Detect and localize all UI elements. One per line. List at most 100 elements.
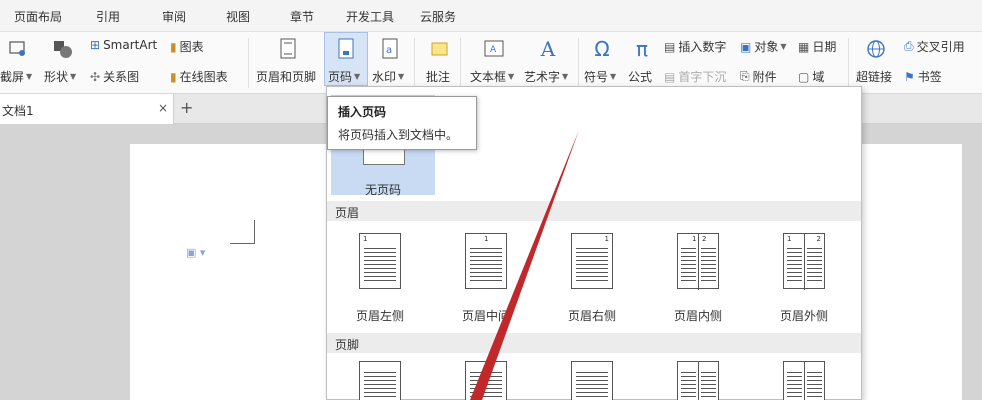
chart-label: 图表 [179, 40, 204, 54]
chevron-down-icon: ▼ [398, 72, 405, 81]
object-icon: ▣ [740, 39, 752, 54]
attachment-button[interactable]: ⎘ 附件 [740, 68, 777, 85]
footer-right-thumb[interactable] [571, 361, 613, 400]
close-icon[interactable]: × [158, 101, 168, 115]
smartart-label: SmartArt [103, 38, 158, 52]
online-chart-button[interactable]: ▮ 在线图表 [170, 68, 228, 85]
date-label: 日期 [812, 40, 837, 54]
menu-page-layout[interactable]: 页面布局 [14, 8, 62, 25]
field-icon: ▢ [798, 69, 810, 84]
menu-developer-tools[interactable]: 开发工具 [346, 8, 394, 25]
textbox-button[interactable]: 文本框 ▼ [470, 68, 514, 85]
option-label: 页眉外侧 [779, 309, 828, 323]
cross-reference-button[interactable]: ⎙ 交叉引用 [904, 38, 965, 55]
page-number-label: 页码 [328, 70, 353, 84]
chart-button[interactable]: ▮ 图表 [170, 38, 204, 55]
menu-section[interactable]: 章节 [290, 8, 314, 25]
page-number-label-wrap: 页码 ▼ [328, 68, 360, 85]
hyperlink-label: 超链接 [856, 70, 893, 84]
textbox-icon: A [482, 36, 506, 62]
document-tab-label: 文档1 [2, 104, 34, 118]
no-page-number-label: 无页码 [364, 183, 401, 197]
footer-outer-thumb[interactable] [783, 361, 825, 400]
chevron-down-icon: ▼ [508, 72, 515, 81]
chevron-down-icon: ▼ [610, 72, 617, 81]
relation-chart-button[interactable]: ✣ 关系图 [90, 68, 139, 85]
menu-review[interactable]: 审阅 [162, 8, 186, 25]
menu-view[interactable]: 视图 [226, 8, 250, 25]
svg-text:a: a [386, 45, 392, 56]
footer-inner-thumb[interactable] [677, 361, 719, 400]
chevron-down-icon: ▼ [780, 42, 787, 51]
shape-button[interactable]: 形状 ▼ [44, 68, 76, 85]
option-label: 页眉内侧 [673, 309, 722, 323]
page-thumb: 12 [783, 233, 825, 290]
ribbon-divider [460, 38, 461, 88]
screenshot-label: 截屏 [0, 70, 25, 84]
textbox-label: 文本框 [470, 70, 507, 84]
header-inner-option[interactable]: 12 页眉内侧 [645, 227, 751, 337]
watermark-button[interactable]: 水印 ▼ [372, 68, 404, 85]
screenshot-icon [6, 36, 30, 62]
svg-text:A: A [490, 45, 497, 55]
field-button[interactable]: ▢ 域 [798, 68, 824, 85]
symbol-icon: Ω [594, 37, 610, 61]
drop-cap-button[interactable]: ▤ 首字下沉 [664, 68, 726, 85]
menu-bar: 页面布局 引用 审阅 视图 章节 开发工具 云服务 [0, 0, 982, 32]
insert-number-icon: ▤ [664, 39, 676, 54]
symbol-button[interactable]: 符号 ▼ [584, 68, 616, 85]
object-button[interactable]: ▣ 对象 ▼ [740, 38, 787, 55]
comment-icon [428, 36, 452, 62]
document-tab[interactable]: 文档1 × [0, 94, 174, 124]
formula-button[interactable]: 公式 [628, 68, 652, 85]
page-thumb: 12 [677, 233, 719, 290]
screenshot-button[interactable]: 截屏 ▼ [0, 68, 32, 85]
header-center-option[interactable]: 1 页眉中间 [433, 227, 539, 337]
wordart-label: 艺术字 [524, 70, 561, 84]
date-button[interactable]: ▦ 日期 [798, 38, 836, 55]
online-chart-icon: ▮ [170, 69, 177, 84]
drop-cap-icon: ▤ [664, 69, 676, 84]
menu-references[interactable]: 引用 [96, 8, 120, 25]
relation-icon: ✣ [90, 69, 101, 84]
shape-label: 形状 [44, 70, 69, 84]
footer-left-thumb[interactable] [359, 361, 401, 400]
ribbon-divider [248, 38, 249, 88]
tooltip-title: 插入页码 [338, 105, 387, 119]
header-footer-label: 页眉和页脚 [256, 70, 317, 84]
header-section-heading: 页眉 [327, 201, 861, 221]
header-right-option[interactable]: 1 页眉右侧 [539, 227, 645, 337]
header-outer-option[interactable]: 12 页眉外侧 [751, 227, 857, 337]
field-label: 域 [812, 70, 825, 84]
bookmark-label: 书签 [917, 70, 942, 84]
ribbon-divider [848, 38, 849, 88]
page-number-icon [334, 36, 358, 62]
comment-button[interactable]: 批注 [426, 68, 450, 85]
attachment-icon: ⎘ [740, 69, 750, 83]
option-label: 页眉中间 [461, 309, 510, 323]
cross-reference-label: 交叉引用 [916, 40, 965, 54]
object-label: 对象 [754, 40, 779, 54]
option-label: 页眉左侧 [355, 309, 404, 323]
symbol-label: 符号 [584, 70, 609, 84]
margin-corner-mark [230, 220, 255, 244]
insert-number-button[interactable]: ▤ 插入数字 [664, 38, 726, 55]
relation-label: 关系图 [103, 70, 140, 84]
smartart-button[interactable]: ⊞ SmartArt [90, 38, 157, 52]
footer-center-thumb[interactable] [465, 361, 507, 400]
footer-section-label: 页脚 [335, 338, 360, 352]
header-footer-button[interactable]: 页眉和页脚 [256, 68, 316, 85]
menu-cloud-service[interactable]: 云服务 [420, 8, 456, 25]
tooltip-description: 将页码插入到文档中。 [338, 128, 459, 142]
chart-icon: ▮ [170, 39, 177, 54]
bookmark-button[interactable]: ⚑ 书签 [904, 68, 942, 85]
header-left-option[interactable]: 1 页眉左侧 [327, 227, 433, 337]
watermark-icon: a [378, 36, 402, 62]
hyperlink-button[interactable]: 超链接 [856, 68, 892, 85]
paste-options-icon[interactable]: ▣ ▾ [186, 246, 208, 262]
wordart-button[interactable]: 艺术字 ▼ [524, 68, 568, 85]
ribbon-divider [414, 38, 415, 88]
new-tab-button[interactable]: + [180, 98, 193, 117]
formula-label: 公式 [628, 70, 653, 84]
footer-section-heading: 页脚 [327, 333, 861, 353]
